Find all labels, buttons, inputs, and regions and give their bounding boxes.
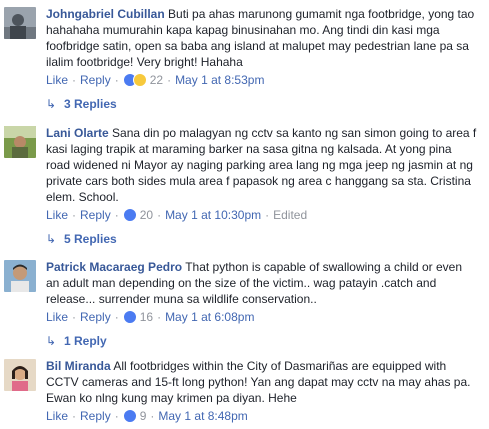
comment-actions: Like · Reply · 9 · May 1 at 8:48pm [46, 409, 248, 423]
avatar[interactable] [4, 359, 36, 391]
replies-count: 3 Replies [64, 97, 117, 111]
reactions[interactable] [122, 310, 137, 324]
like-button[interactable]: Like [46, 409, 68, 423]
comment-actions: Like · Reply · 16 · May 1 at 6:08pm [46, 310, 255, 324]
reply-button[interactable]: Reply [80, 208, 111, 222]
reply-arrow-icon: ↳ [46, 232, 57, 246]
reaction-count[interactable]: 16 [140, 310, 153, 324]
avatar[interactable] [4, 126, 36, 158]
reply-arrow-icon: ↳ [46, 97, 57, 111]
comment-timestamp[interactable]: May 1 at 10:30pm [165, 208, 261, 222]
reply-button[interactable]: Reply [80, 310, 111, 324]
comment-author[interactable]: Johngabriel Cubillan [46, 7, 165, 21]
comment-actions: Like · Reply · 22 · May 1 at 8:53pm [46, 73, 265, 87]
reply-button[interactable]: Reply [80, 73, 111, 87]
reactions[interactable] [122, 409, 137, 423]
reactions[interactable] [122, 208, 137, 222]
avatar[interactable] [4, 260, 36, 292]
comment-text: Patrick Macaraeg Pedro That python is ca… [46, 259, 478, 307]
comment-text: Johngabriel Cubillan Buti pa ahas maruno… [46, 6, 478, 70]
reply-button[interactable]: Reply [80, 409, 111, 423]
view-replies-link[interactable]: ↳ 5 Replies [46, 231, 117, 247]
comment-timestamp[interactable]: May 1 at 8:48pm [158, 409, 247, 423]
like-button[interactable]: Like [46, 73, 68, 87]
like-reaction-icon [122, 208, 137, 222]
view-replies-link[interactable]: ↳ 1 Reply [46, 333, 107, 349]
view-replies-link[interactable]: ↳ 3 Replies [46, 96, 117, 112]
comment-author[interactable]: Lani Olarte [46, 126, 109, 140]
replies-count: 1 Reply [64, 334, 107, 348]
comment-timestamp[interactable]: May 1 at 6:08pm [165, 310, 254, 324]
comment-message: Sana din po malagyan ng cctv sa kanto ng… [46, 126, 477, 204]
like-reaction-icon [122, 409, 137, 423]
comment-thread: Johngabriel Cubillan Buti pa ahas maruno… [0, 0, 489, 429]
edited-label: Edited [273, 208, 308, 222]
comment-author[interactable]: Bil Miranda [46, 359, 111, 373]
reaction-count[interactable]: 20 [140, 208, 153, 222]
avatar[interactable] [4, 7, 36, 39]
reply-arrow-icon: ↳ [46, 334, 57, 348]
comment-author[interactable]: Patrick Macaraeg Pedro [46, 260, 182, 274]
like-button[interactable]: Like [46, 208, 68, 222]
haha-reaction-icon [132, 73, 147, 87]
reactions[interactable] [122, 73, 147, 87]
comment-text: Lani Olarte Sana din po malagyan ng cctv… [46, 125, 478, 205]
comment-text: Bil Miranda All footbridges within the C… [46, 358, 478, 406]
like-button[interactable]: Like [46, 310, 68, 324]
replies-count: 5 Replies [64, 232, 117, 246]
reaction-count[interactable]: 22 [150, 73, 163, 87]
like-reaction-icon [122, 310, 137, 324]
comment-timestamp[interactable]: May 1 at 8:53pm [175, 73, 264, 87]
comment-actions: Like · Reply · 20 · May 1 at 10:30pm · Edited [46, 208, 308, 222]
